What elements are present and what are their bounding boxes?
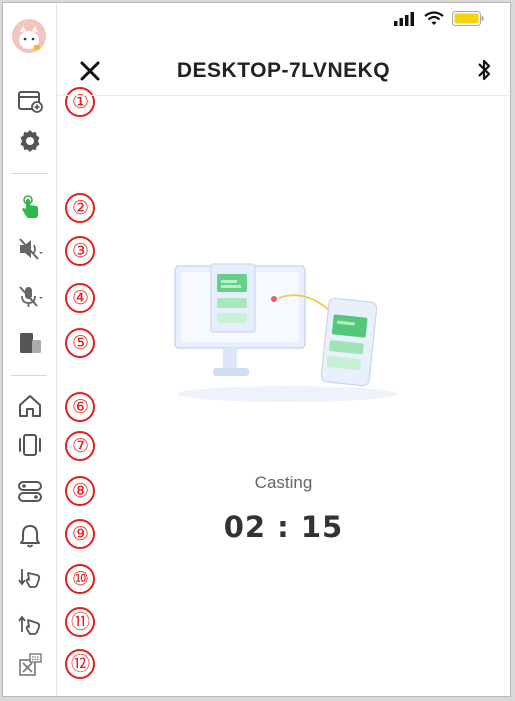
battery-icon	[452, 11, 484, 26]
home-icon[interactable]	[16, 392, 44, 420]
main-panel: DESKTOP-7LVNEKQ Casting 02 : 15	[57, 3, 510, 696]
casting-status-label: Casting	[254, 473, 313, 492]
header: DESKTOP-7LVNEKQ	[57, 51, 510, 96]
avatar[interactable]	[12, 19, 46, 53]
speaker-muted-icon[interactable]	[16, 235, 44, 263]
new-window-icon[interactable]	[16, 87, 44, 115]
sidebar-divider	[11, 375, 47, 376]
signal-icon	[394, 11, 414, 26]
sidebar-divider	[11, 173, 47, 174]
keyboard-icon[interactable]	[16, 651, 44, 679]
touch-control-icon[interactable]	[16, 193, 44, 221]
device-title: DESKTOP-7LVNEKQ	[176, 59, 391, 82]
recent-apps-icon[interactable]	[16, 431, 44, 459]
device-switch-icon[interactable]	[16, 329, 44, 357]
toggle-switch-icon[interactable]	[16, 477, 44, 505]
notification-bell-icon[interactable]	[16, 522, 44, 550]
wifi-icon	[424, 11, 444, 25]
casting-timer: 02 : 15	[223, 510, 344, 544]
microphone-muted-icon[interactable]	[16, 283, 44, 311]
bluetooth-icon[interactable]	[476, 58, 492, 82]
status-bar	[394, 11, 484, 26]
gear-icon[interactable]	[16, 127, 44, 155]
app-window: ① ② ③ ④ ⑤ ⑥ ⑦ ⑧ ⑨ ⑩ ⑪ ⑫ DESKTOP-7LVNEKQ	[2, 2, 511, 697]
sidebar	[3, 3, 57, 696]
casting-illustration	[174, 263, 397, 402]
swipe-down-icon[interactable]	[16, 564, 44, 592]
swipe-up-icon[interactable]	[16, 609, 44, 637]
